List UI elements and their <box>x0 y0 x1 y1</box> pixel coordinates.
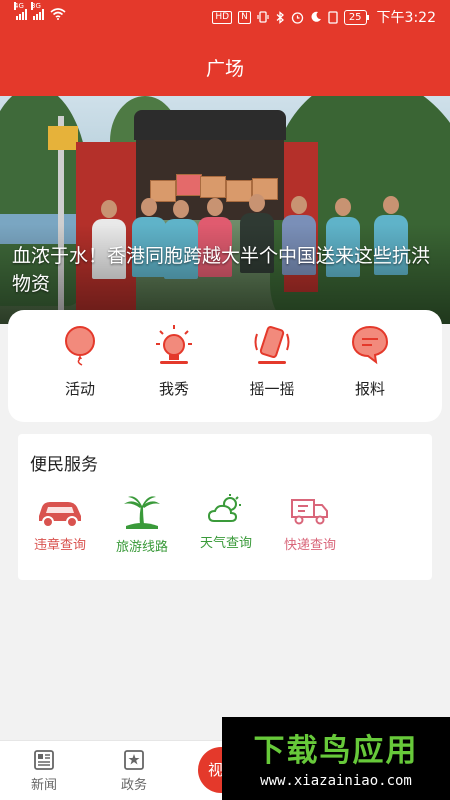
service-travel-routes[interactable]: 旅游线路 <box>102 494 182 555</box>
chat-bubble-icon <box>351 325 389 365</box>
service-label: 违章查询 <box>33 538 86 553</box>
truck-icon <box>291 499 328 525</box>
banner-photo-box <box>176 174 202 196</box>
watermark-logo: 下载鸟应用 www.xiazainiao.com <box>222 717 450 800</box>
wifi-icon <box>50 8 66 20</box>
tab-news[interactable]: 新闻 <box>14 749 74 793</box>
signal-3g-icon: 3G <box>31 2 44 20</box>
quick-action-label: 摇一摇 <box>249 380 295 398</box>
quick-action-show[interactable]: 我秀 <box>134 324 214 399</box>
service-label: 快递查询 <box>283 538 336 553</box>
sim-icon <box>328 10 338 24</box>
vibrate-icon <box>257 11 269 23</box>
newspaper-icon <box>34 750 54 770</box>
page-title: 广场 <box>205 58 244 80</box>
quick-action-label: 报料 <box>354 380 385 398</box>
nfc-icon: N <box>238 10 251 24</box>
alarm-icon <box>291 11 303 24</box>
tab-label: 新闻 <box>30 778 57 793</box>
service-weather-query[interactable]: 天气查询 <box>186 494 266 551</box>
moon-icon <box>311 11 321 22</box>
hd-badge: HD <box>212 10 233 24</box>
status-bar: 4G 3G HD N 25 下午3:22 <box>0 0 450 32</box>
banner-carousel[interactable]: 血浓于水！香港同胞跨越大半个中国送来这些抗洪物资 <box>0 96 450 324</box>
services-title: 便民服务 <box>30 455 98 475</box>
service-label: 天气查询 <box>199 536 252 551</box>
banner-photo-sign <box>48 126 78 150</box>
watermark-title: 下载鸟应用 <box>253 733 419 769</box>
service-violation-query[interactable]: 违章查询 <box>20 494 100 553</box>
quick-action-shake[interactable]: 摇一摇 <box>232 324 312 399</box>
weather-icon <box>207 494 241 522</box>
government-icon <box>124 750 144 770</box>
quick-action-report[interactable]: 报料 <box>330 324 410 399</box>
car-icon <box>39 502 81 528</box>
signal-4g-icon: 4G <box>14 2 27 20</box>
tab-government[interactable]: 政务 <box>104 749 164 793</box>
balloon-icon <box>65 326 95 366</box>
top-nav-bar: 广场 <box>0 32 450 96</box>
bluetooth-icon <box>276 10 284 24</box>
palm-tree-icon <box>124 496 160 529</box>
watermark-url: www.xiazainiao.com <box>260 773 412 789</box>
quick-action-label: 活动 <box>64 380 95 398</box>
service-label: 旅游线路 <box>115 540 168 555</box>
tab-label: 政务 <box>120 778 147 793</box>
banner-caption[interactable]: 血浓于水！香港同胞跨越大半个中国送来这些抗洪物资 <box>12 242 432 298</box>
quick-actions-card: 活动 我秀 摇一摇 报料 <box>8 310 442 422</box>
bulb-icon <box>156 325 192 364</box>
battery-indicator: 25 <box>343 9 369 25</box>
services-card: 便民服务 违章查询 旅游线路 天气查询 快递查询 <box>18 434 432 580</box>
quick-action-label: 我秀 <box>158 380 189 398</box>
banner-photo-truck <box>134 110 286 140</box>
quick-action-activity[interactable]: 活动 <box>40 324 120 399</box>
service-express-query[interactable]: 快递查询 <box>270 494 350 553</box>
banner-photo-box <box>200 176 226 198</box>
shake-phone-icon <box>254 325 290 364</box>
clock: 下午3:22 <box>376 10 436 26</box>
